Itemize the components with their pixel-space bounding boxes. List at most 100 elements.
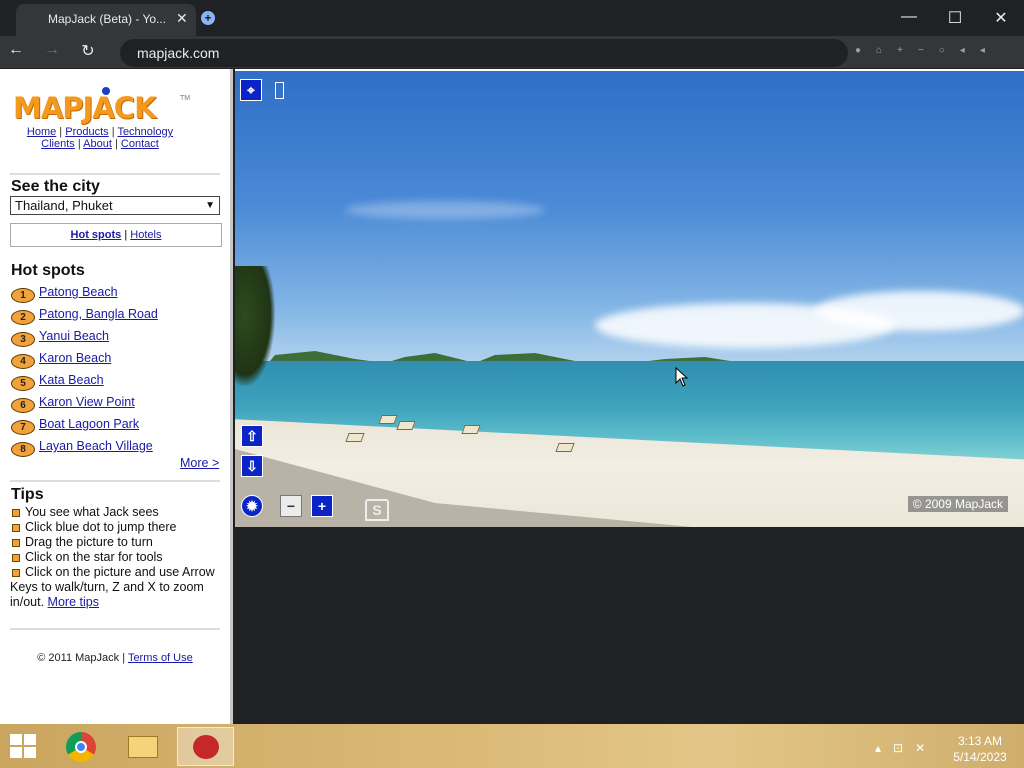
divider bbox=[10, 173, 220, 175]
mouse-cursor-icon bbox=[675, 367, 689, 387]
bullet-square-icon bbox=[12, 509, 20, 517]
chevron-down-icon: ▼ bbox=[205, 200, 215, 211]
start-tile bbox=[10, 734, 22, 745]
top-nav: Home | Products | Technology Clients | A… bbox=[0, 126, 200, 150]
nav-contact-link[interactable]: Contact bbox=[121, 138, 159, 150]
nav-technology-link[interactable]: Technology bbox=[117, 126, 173, 138]
bullet-square-icon bbox=[12, 539, 20, 547]
terms-of-use-link[interactable]: Terms of Use bbox=[128, 652, 193, 664]
bullet-square-icon bbox=[12, 554, 20, 562]
maximize-button[interactable]: ☐ bbox=[940, 8, 970, 28]
logo-dot bbox=[102, 87, 110, 95]
map-pin-icon[interactable]: ⌖ bbox=[240, 79, 262, 101]
nav-separator: | bbox=[56, 126, 66, 138]
tip-item: You see what Jack sees bbox=[10, 505, 225, 520]
sidebar: MAPJACK TM Home | Products | Technology … bbox=[0, 69, 233, 724]
spot-number-badge: 4 bbox=[11, 354, 35, 369]
nav-products-link[interactable]: Products bbox=[65, 126, 108, 138]
beach-chair bbox=[396, 421, 416, 430]
mapjack-logo[interactable]: MAPJACK bbox=[13, 91, 157, 125]
sidebar-footer: © 2011 MapJack | Terms of Use bbox=[0, 652, 230, 664]
panorama-tree bbox=[235, 266, 275, 386]
divider bbox=[10, 480, 220, 482]
extension-icons[interactable]: ●⌂+−○◂◂ bbox=[855, 45, 1000, 56]
start-tile bbox=[24, 734, 36, 745]
filter-separator: | bbox=[121, 229, 131, 241]
tip-text: Click on the picture and use Arrow Keys … bbox=[10, 565, 215, 609]
spot-number-badge: 2 bbox=[11, 310, 35, 325]
nav-separator: | bbox=[74, 138, 84, 150]
star-tools-icon[interactable]: ✹ bbox=[241, 495, 263, 517]
footer-copyright: © 2011 MapJack | bbox=[37, 652, 128, 664]
spot-link[interactable]: Kata Beach bbox=[39, 373, 104, 387]
windows-start-icon[interactable] bbox=[10, 734, 38, 760]
panorama-viewer[interactable]: ⌖ ⇧ ⇩ ✹ − + S © 2009 MapJack bbox=[235, 69, 1024, 527]
tip-text: Click on the star for tools bbox=[25, 550, 163, 564]
spot-number-badge: 1 bbox=[11, 288, 35, 303]
start-tile bbox=[10, 747, 22, 758]
taskbar-clock[interactable]: 3:13 AM 5/14/2023 bbox=[942, 733, 1018, 765]
hotels-filter-link[interactable]: Hotels bbox=[130, 229, 161, 241]
spot-link[interactable]: Layan Beach Village bbox=[39, 439, 153, 453]
city-dropdown[interactable]: Thailand, Phuket ▼ bbox=[10, 196, 220, 215]
viewer-empty-area bbox=[235, 527, 1024, 724]
spot-number-badge: 3 bbox=[11, 332, 35, 347]
beach-chair bbox=[378, 415, 398, 424]
tab-close-icon[interactable]: ✕ bbox=[176, 10, 188, 27]
tips-list: You see what Jack sees Click blue dot to… bbox=[10, 505, 225, 610]
beach-chair bbox=[461, 425, 481, 434]
tip-item: Click blue dot to jump there bbox=[10, 520, 225, 535]
browser-tab[interactable]: MapJack (Beta) - Yo... ✕ bbox=[16, 4, 196, 36]
hot-spots-filter-link[interactable]: Hot spots bbox=[71, 229, 122, 241]
nav-home-link[interactable]: Home bbox=[27, 126, 56, 138]
address-bar[interactable]: mapjack.com bbox=[120, 39, 848, 67]
tips-heading: Tips bbox=[11, 486, 44, 503]
clock-date: 5/14/2023 bbox=[953, 750, 1007, 764]
clock-time: 3:13 AM bbox=[957, 734, 1003, 748]
spot-link[interactable]: Patong Beach bbox=[39, 285, 118, 299]
new-tab-icon[interactable]: + bbox=[201, 11, 215, 25]
spot-number-badge: 8 bbox=[11, 442, 35, 457]
see-city-heading: See the city bbox=[11, 178, 100, 195]
tip-text: Click blue dot to jump there bbox=[25, 520, 177, 534]
street-view-badge-icon[interactable]: S bbox=[365, 499, 389, 521]
beach-chair bbox=[345, 433, 365, 442]
system-tray-icons[interactable]: ▴⊡✕ bbox=[875, 741, 937, 755]
panorama-cloud bbox=[815, 291, 1024, 331]
spot-link[interactable]: Yanui Beach bbox=[39, 329, 109, 343]
forward-button[interactable]: → bbox=[41, 41, 63, 59]
panel-toggle-icon[interactable] bbox=[275, 82, 284, 99]
city-selected-value: Thailand, Phuket bbox=[15, 198, 113, 213]
nav-about-link[interactable]: About bbox=[83, 138, 112, 150]
back-button[interactable]: ← bbox=[5, 41, 27, 59]
file-explorer-taskbar-icon[interactable] bbox=[115, 727, 172, 766]
walk-forward-button[interactable]: ⇧ bbox=[241, 425, 263, 447]
close-window-button[interactable]: ✕ bbox=[986, 8, 1016, 28]
panorama-cloud bbox=[345, 201, 545, 219]
more-spots-link[interactable]: More > bbox=[180, 456, 219, 470]
reload-button[interactable]: ↻ bbox=[77, 41, 99, 61]
zoom-out-button[interactable]: − bbox=[280, 495, 302, 517]
bullet-square-icon bbox=[12, 569, 20, 577]
nav-separator: | bbox=[111, 138, 121, 150]
spot-link[interactable]: Boat Lagoon Park bbox=[39, 417, 139, 431]
tip-item: Click on the star for tools bbox=[10, 550, 225, 565]
url-text: mapjack.com bbox=[137, 45, 220, 61]
chrome-taskbar-icon[interactable] bbox=[53, 727, 110, 766]
app-taskbar-icon[interactable] bbox=[177, 727, 234, 766]
filter-box: Hot spots | Hotels bbox=[10, 223, 222, 247]
tab-title: MapJack (Beta) - Yo... bbox=[48, 12, 167, 26]
nav-clients-link[interactable]: Clients bbox=[41, 138, 75, 150]
taskbar: ▴⊡✕ 3:13 AM 5/14/2023 bbox=[0, 724, 1024, 768]
walk-backward-button[interactable]: ⇩ bbox=[241, 455, 263, 477]
spot-number-badge: 7 bbox=[11, 420, 35, 435]
logo-trademark: TM bbox=[180, 95, 191, 102]
spot-link[interactable]: Patong, Bangla Road bbox=[39, 307, 158, 321]
browser-toolbar: ← → ↻ mapjack.com ●⌂+−○◂◂ bbox=[0, 36, 1024, 68]
spot-link[interactable]: Karon View Point bbox=[39, 395, 135, 409]
spot-link[interactable]: Karon Beach bbox=[39, 351, 111, 365]
zoom-in-button[interactable]: + bbox=[311, 495, 333, 517]
minimize-button[interactable]: — bbox=[894, 8, 924, 26]
more-tips-link[interactable]: More tips bbox=[48, 595, 99, 609]
viewer-copyright: © 2009 MapJack bbox=[907, 496, 1008, 512]
